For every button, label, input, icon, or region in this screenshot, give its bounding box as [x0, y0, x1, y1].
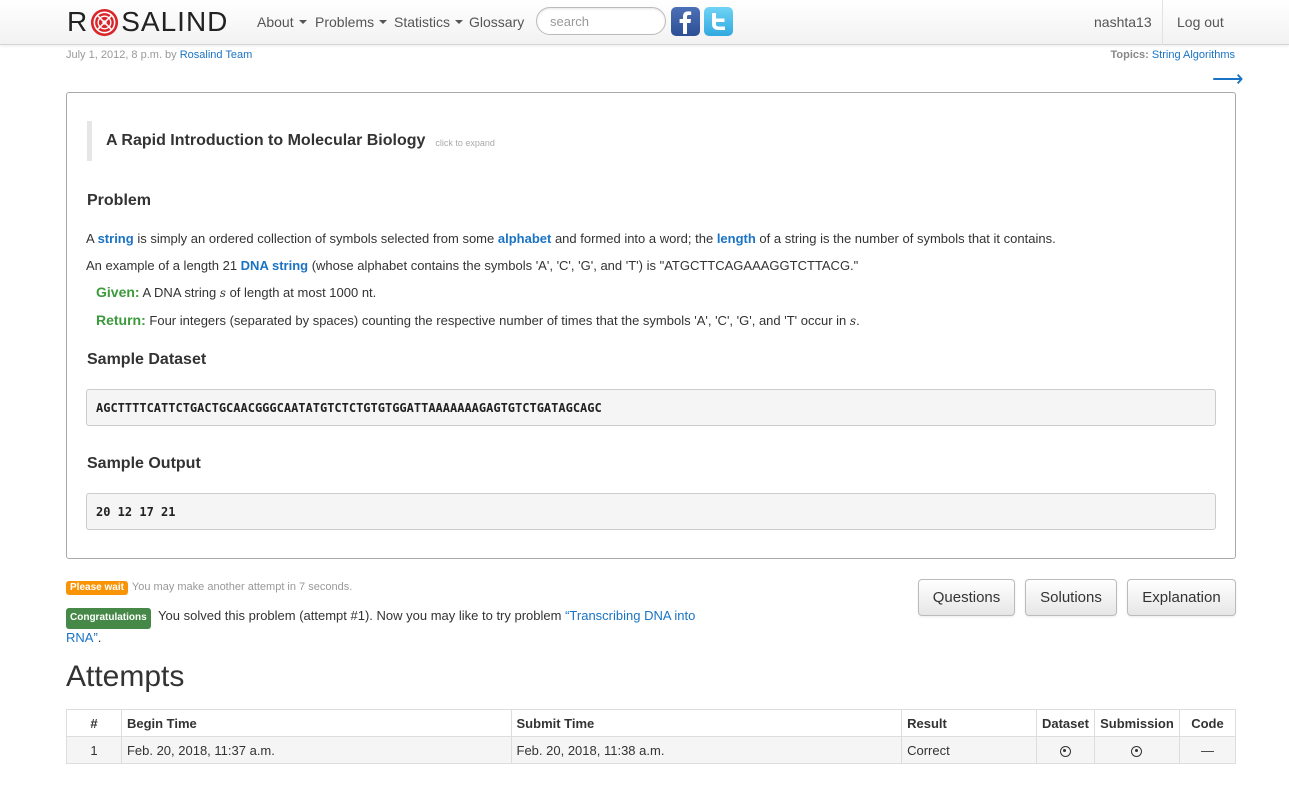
- length-glossary-link[interactable]: length: [717, 231, 756, 246]
- given-label: Given:: [96, 284, 140, 300]
- attempt-result: Correct: [901, 736, 1037, 764]
- given-line: Given: A DNA string s of length at most …: [96, 284, 376, 300]
- brand-suffix: SALIND: [121, 6, 229, 37]
- p2-text-2: (whose alphabet contains the symbols 'A'…: [308, 258, 859, 273]
- facebook-glyph-icon: [679, 11, 692, 34]
- rosalind-logo[interactable]: R SALIND: [67, 6, 228, 38]
- chevron-down-icon: [455, 20, 464, 25]
- col-code: Code: [1178, 709, 1237, 737]
- intro-title: A Rapid Introduction to Molecular Biolog…: [106, 132, 426, 149]
- nav-problems-label: Problems: [315, 14, 375, 30]
- alphabet-glossary-link[interactable]: alphabet: [498, 231, 551, 246]
- col-submit-time: Submit Time: [510, 709, 903, 737]
- submission-cell: [1093, 736, 1180, 764]
- nav-problems[interactable]: Problems: [315, 14, 388, 30]
- solutions-button[interactable]: Solutions: [1025, 579, 1117, 616]
- sample-dataset-box[interactable]: AGCTTTTCATTCTGACTGCAACGGGCAATATGTCTCTGTG…: [86, 389, 1216, 426]
- return-label: Return:: [96, 312, 146, 328]
- wait-badge: Please wait: [66, 581, 128, 595]
- post-meta: July 1, 2012, 8 p.m. by Rosalind Team: [66, 49, 252, 61]
- p1-text-4: of a string is the number of symbols tha…: [755, 231, 1056, 246]
- sample-dataset-heading: Sample Dataset: [87, 351, 207, 368]
- success-text: You solved this problem (attempt #1). No…: [154, 608, 566, 623]
- nav-glossary[interactable]: Glossary: [469, 14, 524, 30]
- success-notice: Congratulations You solved this problem …: [66, 607, 726, 647]
- chevron-down-icon: [298, 20, 307, 25]
- nav-about[interactable]: About: [257, 14, 307, 30]
- nav-glossary-label: Glossary: [469, 14, 525, 30]
- attempts-heading: Attempts: [66, 660, 185, 693]
- return-text-2: .: [856, 313, 860, 328]
- username-link[interactable]: nashta13: [1094, 14, 1152, 30]
- brand-prefix: R: [67, 6, 89, 37]
- p1-text-2: is simply an ordered collection of symbo…: [133, 231, 498, 246]
- twitter-glyph-icon: [712, 13, 725, 30]
- col-number: #: [66, 709, 122, 737]
- twitter-icon[interactable]: [704, 7, 733, 36]
- col-begin-time: Begin Time: [120, 709, 512, 737]
- questions-button[interactable]: Questions: [918, 579, 1015, 616]
- intro-blockquote[interactable]: A Rapid Introduction to Molecular Biolog…: [87, 121, 495, 161]
- col-result: Result: [901, 709, 1037, 737]
- download-icon[interactable]: [1059, 745, 1071, 757]
- given-text-2: of length at most 1000 nt.: [225, 285, 377, 300]
- logout-link[interactable]: Log out: [1177, 14, 1224, 30]
- sample-output-heading: Sample Output: [87, 455, 201, 472]
- wait-notice: Please wait You may make another attempt …: [66, 581, 352, 595]
- search-input[interactable]: [536, 7, 666, 35]
- next-problem-arrow-icon[interactable]: ⟶: [1212, 67, 1244, 91]
- wait-text: You may make another attempt in 7 second…: [131, 581, 353, 593]
- return-line: Return: Four integers (separated by spac…: [96, 312, 860, 328]
- problem-paragraph-1: A string is simply an ordered collection…: [86, 231, 1056, 246]
- chevron-down-icon: [379, 20, 388, 25]
- p1-text-3: and formed into a word; the: [551, 231, 717, 246]
- dataset-cell: [1035, 736, 1095, 764]
- top-navbar: R SALIND About Problems Statistics Gloss…: [0, 0, 1289, 45]
- problem-panel: A Rapid Introduction to Molecular Biolog…: [66, 92, 1236, 559]
- post-date: July 1, 2012, 8 p.m. by: [66, 49, 180, 61]
- sample-output-box[interactable]: 20 12 17 21: [86, 493, 1216, 530]
- p2-text-1: An example of a length 21: [86, 258, 241, 273]
- nav-about-label: About: [257, 14, 294, 30]
- problem-heading: Problem: [87, 192, 152, 209]
- table-row: 1 Feb. 20, 2018, 11:37 a.m. Feb. 20, 201…: [66, 736, 1237, 764]
- explanation-button[interactable]: Explanation: [1127, 579, 1236, 616]
- rosalind-rose-icon: [91, 8, 119, 36]
- col-dataset: Dataset: [1035, 709, 1095, 737]
- download-icon[interactable]: [1131, 745, 1143, 757]
- dna-string-glossary-link[interactable]: DNA string: [241, 258, 308, 273]
- congratulations-badge: Congratulations: [66, 608, 151, 629]
- return-text-1: Four integers (separated by spaces) coun…: [145, 313, 850, 328]
- expand-hint: click to expand: [435, 138, 495, 148]
- table-header-row: # Begin Time Submit Time Result Dataset …: [66, 709, 1237, 737]
- nav-statistics[interactable]: Statistics: [394, 14, 464, 30]
- col-submission: Submission: [1093, 709, 1180, 737]
- success-tail: .: [97, 630, 102, 645]
- problem-paragraph-2: An example of a length 21 DNA string (wh…: [86, 258, 858, 273]
- topic-link[interactable]: String Algorithms: [1152, 49, 1235, 61]
- nav-statistics-label: Statistics: [394, 14, 451, 30]
- p1-text-1: A: [86, 231, 98, 246]
- given-text-1: A DNA string: [139, 285, 220, 300]
- attempt-begin-time: Feb. 20, 2018, 11:37 a.m.: [120, 736, 512, 764]
- nav-divider: [1162, 0, 1163, 45]
- topics-label: Topics:: [1110, 49, 1149, 61]
- attempt-code: —: [1178, 736, 1237, 764]
- author-link[interactable]: Rosalind Team: [180, 49, 253, 61]
- topics: Topics: String Algorithms: [1110, 49, 1235, 61]
- string-glossary-link[interactable]: string: [98, 231, 134, 246]
- attempts-table: # Begin Time Submit Time Result Dataset …: [66, 709, 1237, 764]
- attempt-number: 1: [66, 736, 122, 764]
- facebook-icon[interactable]: [671, 7, 700, 36]
- attempt-submit-time: Feb. 20, 2018, 11:38 a.m.: [510, 736, 903, 764]
